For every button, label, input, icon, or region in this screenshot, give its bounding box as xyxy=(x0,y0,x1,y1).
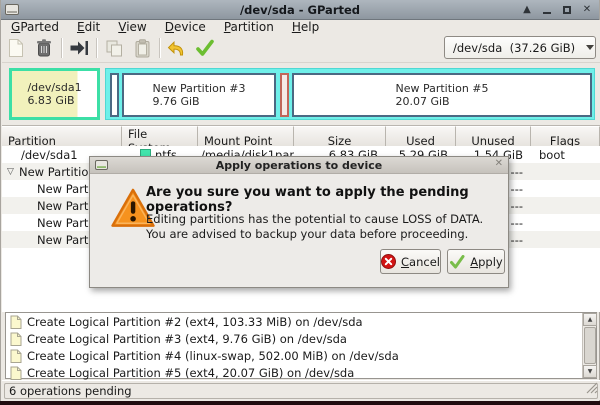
resize-move-icon xyxy=(69,39,89,57)
operation-item[interactable]: Create Logical Partition #5 (ext4, 20.07… xyxy=(6,365,596,381)
new-document-icon xyxy=(7,38,25,58)
undo-icon xyxy=(167,39,187,57)
cancel-icon xyxy=(381,254,396,269)
chevron-down-icon xyxy=(586,45,594,50)
create-partition-icon xyxy=(10,366,22,380)
apply-operations-button[interactable] xyxy=(191,35,219,61)
cancel-button-label: Cancel xyxy=(401,255,440,269)
new-partition-button[interactable] xyxy=(2,35,30,61)
device-selector-value: /dev/sda (37.26 GiB) xyxy=(453,41,575,55)
shade-button[interactable]: ▲ xyxy=(519,2,535,17)
visual-partition-4-swap[interactable] xyxy=(280,73,289,117)
create-partition-icon xyxy=(10,332,22,346)
menu-gparted[interactable]: GParted xyxy=(2,20,68,34)
scroll-down-button[interactable]: ▼ xyxy=(583,365,597,378)
apply-operations-dialog: Apply operations to device ✕ Are you sur… xyxy=(89,156,509,288)
visual-partition-2[interactable] xyxy=(110,73,119,117)
toolbar-separator xyxy=(61,38,62,58)
partition-size: 20.07 GiB xyxy=(395,95,488,109)
scrollbar[interactable]: ▲ ▼ xyxy=(582,313,596,378)
toolbar-separator xyxy=(96,38,97,58)
dialog-warning-line2: You are advised to backup your data befo… xyxy=(146,227,498,242)
create-partition-icon xyxy=(10,349,22,363)
apply-button[interactable]: Apply xyxy=(447,249,505,274)
visual-partition-3[interactable]: New Partition #3 9.76 GiB xyxy=(122,73,276,117)
expander-icon[interactable]: ▽ xyxy=(2,167,19,177)
apply-button-label: Apply xyxy=(470,255,502,269)
dialog-close-icon[interactable]: ✕ xyxy=(495,158,503,169)
pending-operations-panel: Create Logical Partition #2 (ext4, 103.3… xyxy=(5,312,597,379)
status-text: 6 operations pending xyxy=(9,384,132,398)
menu-partition[interactable]: Partition xyxy=(215,20,283,34)
partition-label: /dev/sda1 xyxy=(27,81,81,95)
close-button[interactable]: ✕ xyxy=(579,2,595,17)
gparted-window: /dev/sda - GParted ▲ ✕ GParted Edit View… xyxy=(0,0,600,401)
copy-button[interactable] xyxy=(100,35,128,61)
dialog-title: Apply operations to device xyxy=(90,159,508,172)
visual-partition-5[interactable]: New Partition #5 20.07 GiB xyxy=(292,73,592,117)
paste-icon xyxy=(134,39,151,58)
apply-check-icon xyxy=(449,255,465,269)
menu-edit[interactable]: Edit xyxy=(68,20,109,34)
create-partition-icon xyxy=(10,315,22,329)
titlebar[interactable]: /dev/sda - GParted ▲ ✕ xyxy=(1,0,599,20)
delete-partition-button[interactable] xyxy=(30,35,58,61)
maximize-button[interactable] xyxy=(559,2,575,17)
menu-device[interactable]: Device xyxy=(156,20,215,34)
operation-item[interactable]: Create Logical Partition #3 (ext4, 9.76 … xyxy=(6,331,596,347)
partition-size: 9.76 GiB xyxy=(152,95,245,109)
check-icon xyxy=(195,39,215,57)
visual-extended-partition[interactable]: New Partition #3 9.76 GiB New Partition … xyxy=(105,68,595,120)
cancel-button[interactable]: Cancel xyxy=(380,249,441,274)
toolbar-separator xyxy=(159,38,160,58)
device-selector[interactable]: /dev/sda (37.26 GiB) xyxy=(444,36,596,59)
operation-item[interactable]: Create Logical Partition #2 (ext4, 103.3… xyxy=(6,314,596,330)
undo-button[interactable] xyxy=(163,35,191,61)
menubar: GParted Edit View Device Partition Help xyxy=(2,20,600,34)
partition-label: New Partition #3 xyxy=(152,82,245,96)
desktop-edge xyxy=(1,401,600,405)
resize-grip[interactable] xyxy=(585,379,598,398)
dialog-titlebar[interactable]: Apply operations to device ✕ xyxy=(90,157,508,174)
window-title: /dev/sda - GParted xyxy=(1,3,599,17)
partition-table-header: Partition File System Mount Point Size U… xyxy=(2,126,600,146)
copy-icon xyxy=(105,39,124,58)
operation-item[interactable]: Create Logical Partition #4 (linux-swap,… xyxy=(6,348,596,364)
menu-help[interactable]: Help xyxy=(283,20,328,34)
toolbar: /dev/sda (37.26 GiB) xyxy=(2,34,600,62)
resize-move-button[interactable] xyxy=(65,35,93,61)
menu-view[interactable]: View xyxy=(109,20,155,34)
statusbar: 6 operations pending xyxy=(2,380,600,400)
minimize-button[interactable] xyxy=(539,2,555,17)
disk-visual-bar: /dev/sda1 6.83 GiB New Partition #3 9.76… xyxy=(2,62,600,126)
paste-button[interactable] xyxy=(128,35,156,61)
dialog-warning-line1: Editing partitions has the potential to … xyxy=(146,212,498,227)
scroll-up-button[interactable]: ▲ xyxy=(583,313,597,326)
visual-partition-sda1[interactable]: /dev/sda1 6.83 GiB xyxy=(9,68,100,120)
trash-icon xyxy=(35,38,53,58)
dialog-heading: Are you sure you want to apply the pendi… xyxy=(146,185,498,215)
partition-label: New Partition #5 xyxy=(395,82,488,96)
partition-size: 6.83 GiB xyxy=(27,94,81,108)
scrollbar-thumb[interactable] xyxy=(584,327,596,364)
